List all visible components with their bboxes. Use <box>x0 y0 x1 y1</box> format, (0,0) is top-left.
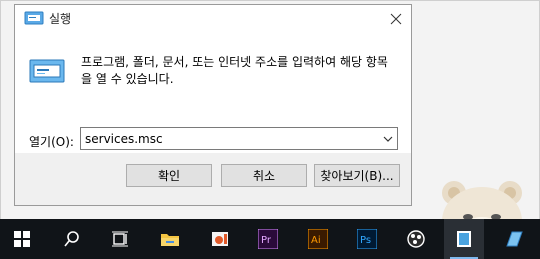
taskbar-file-explorer[interactable] <box>150 219 190 259</box>
taskbar-photoshop[interactable]: Ps <box>347 219 387 259</box>
open-label: 열기(O): <box>29 135 74 149</box>
premiere-pro-icon[interactable]: Pr <box>258 229 278 249</box>
photos-icon[interactable] <box>210 229 230 249</box>
cancel-button[interactable]: 취소 <box>221 164 307 187</box>
file-explorer-icon[interactable] <box>160 229 180 249</box>
taskbar-app-2[interactable] <box>494 219 534 259</box>
taskbar-premiere[interactable]: Pr <box>248 219 288 259</box>
close-button[interactable] <box>387 10 405 28</box>
dialog-title: 실행 <box>49 12 72 26</box>
button-bar: 확인 취소 찾아보기(B)... <box>15 153 411 205</box>
ok-button[interactable]: 확인 <box>126 164 212 187</box>
open-input-value[interactable]: services.msc <box>85 132 163 146</box>
run-icon <box>29 59 65 83</box>
taskbar-illustrator[interactable]: Ai <box>298 219 338 259</box>
search-icon[interactable] <box>62 229 82 249</box>
taskbar: Pr Ai Ps <box>0 219 540 259</box>
illustrator-icon[interactable]: Ai <box>308 229 328 249</box>
obs-icon[interactable] <box>406 229 426 249</box>
chevron-down-icon[interactable] <box>382 134 394 144</box>
run-app-icon <box>24 11 44 25</box>
taskbar-obs[interactable] <box>396 219 436 259</box>
taskbar-active-app[interactable] <box>444 219 484 259</box>
task-view-button[interactable] <box>100 219 140 259</box>
illustrator-label: Ai <box>311 235 321 246</box>
dialog-body: 프로그램, 폴더, 문서, 또는 인터넷 주소를 입력하여 해당 항목을 열 수… <box>15 31 411 156</box>
title-bar: 실행 <box>15 5 411 31</box>
app-icon-2[interactable] <box>504 229 524 249</box>
browse-button[interactable]: 찾아보기(B)... <box>314 164 400 187</box>
start-button[interactable] <box>2 219 42 259</box>
task-view-icon[interactable] <box>110 229 130 249</box>
description-text: 프로그램, 폴더, 문서, 또는 인터넷 주소를 입력하여 해당 항목을 열 수… <box>81 55 388 86</box>
search-button[interactable] <box>52 219 92 259</box>
windows-start-icon[interactable] <box>12 229 32 249</box>
app-icon[interactable] <box>454 229 474 249</box>
taskbar-photos[interactable] <box>200 219 240 259</box>
photoshop-label: Ps <box>360 235 371 246</box>
open-combobox[interactable]: services.msc <box>80 127 398 150</box>
run-dialog: 실행 프로그램, 폴더, 문서, 또는 인터넷 주소를 입력하여 해당 항목을 … <box>14 4 412 206</box>
premiere-label: Pr <box>261 235 272 246</box>
photoshop-icon[interactable]: Ps <box>357 229 377 249</box>
